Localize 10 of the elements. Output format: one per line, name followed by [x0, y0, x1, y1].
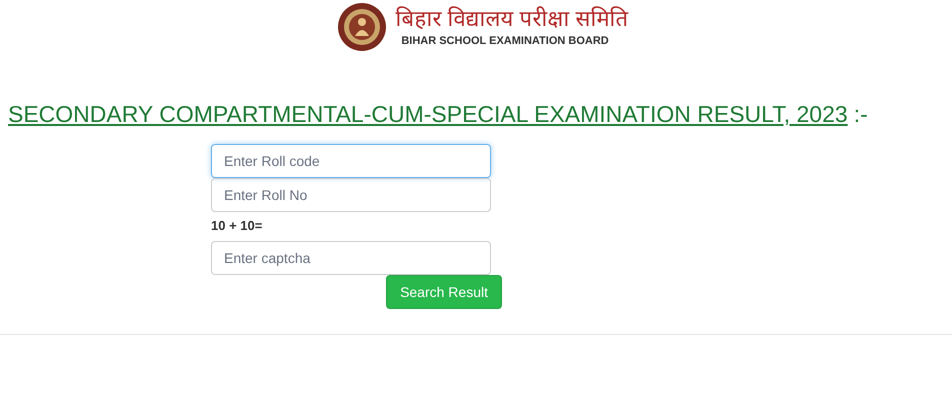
- logo-title-hindi: बिहार विद्यालय परीक्षा समिति: [395, 4, 629, 33]
- page-heading: SECONDARY COMPARTMENTAL-CUM-SPECIAL EXAMINATION RESULT, 2023: [8, 100, 848, 129]
- search-result-button[interactable]: Search Result: [386, 275, 502, 309]
- input-field[interactable]: Enter Roll code: [211, 144, 491, 178]
- logo-title-english: BIHAR SCHOOL EXAMINATION BOARD: [400, 34, 610, 49]
- captcha-question: 10 + 10=: [211, 216, 264, 234]
- input-field[interactable]: Enter captcha: [211, 241, 491, 275]
- heading-suffix: :-: [854, 100, 868, 129]
- seal-icon: [337, 2, 388, 52]
- input-field[interactable]: Enter Roll No: [211, 178, 491, 212]
